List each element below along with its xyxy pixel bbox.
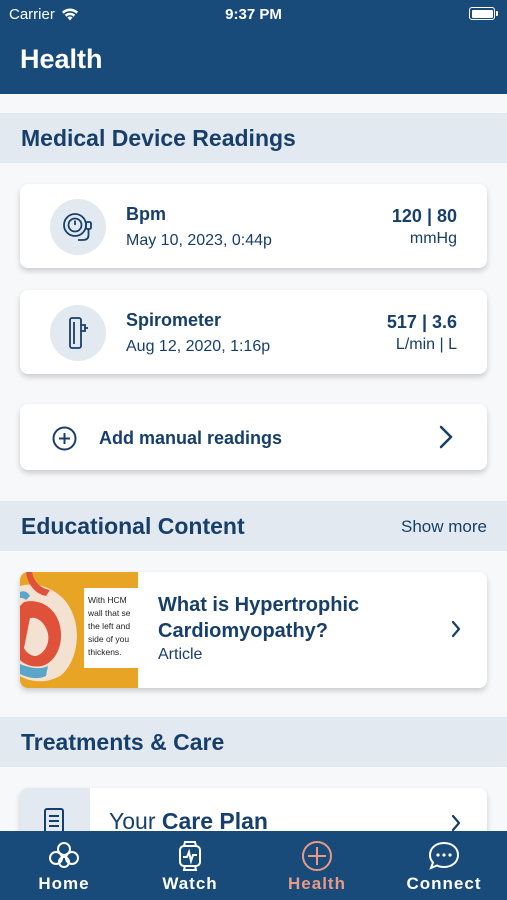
section-header-education: Educational Content Show more bbox=[0, 501, 507, 551]
bottom-tab-bar: Home Watch Health Connect bbox=[0, 831, 507, 900]
status-bar: Carrier 9:37 PM bbox=[0, 0, 507, 28]
device-value: 517 | 3.6 bbox=[386, 312, 457, 332]
section-title: Treatments & Care bbox=[21, 729, 225, 755]
watch-icon bbox=[179, 841, 201, 871]
device-card-bpm[interactable]: Bpm May 10, 2023, 0:44p 120 | 80 mmHg bbox=[20, 184, 487, 268]
chat-bubble-icon bbox=[428, 841, 460, 870]
tab-watch[interactable]: Watch bbox=[127, 831, 253, 900]
add-manual-readings-button[interactable]: Add manual readings bbox=[20, 404, 487, 470]
chevron-right-icon bbox=[439, 425, 453, 449]
section-header-treatments: Treatments & Care bbox=[0, 717, 507, 767]
tab-home[interactable]: Home bbox=[1, 831, 127, 900]
plus-circle-icon bbox=[52, 426, 77, 451]
tab-connect[interactable]: Connect bbox=[381, 831, 507, 900]
blood-pressure-icon bbox=[63, 213, 92, 241]
show-more-link[interactable]: Show more bbox=[401, 517, 487, 537]
device-date: Aug 12, 2020, 1:16p bbox=[126, 338, 271, 355]
status-time: 9:37 PM bbox=[225, 6, 282, 23]
top-bar: Carrier 9:37 PM Health bbox=[0, 0, 507, 94]
device-date: May 10, 2023, 0:44p bbox=[126, 232, 272, 249]
tab-label: Health bbox=[288, 874, 346, 893]
device-unit: L/min | L bbox=[395, 336, 457, 353]
article-type: Article bbox=[158, 646, 203, 663]
device-name: Spirometer bbox=[126, 310, 222, 330]
battery-icon bbox=[469, 7, 498, 20]
tab-label: Connect bbox=[406, 874, 482, 893]
article-thumbnail: With HCM wall that se the left and side … bbox=[20, 572, 138, 688]
tab-label: Home bbox=[38, 874, 90, 893]
home-knot-icon bbox=[49, 842, 79, 868]
device-card-spirometer[interactable]: Spirometer Aug 12, 2020, 1:16p 517 | 3.6… bbox=[20, 290, 487, 374]
device-unit: mmHg bbox=[409, 230, 457, 247]
device-name: Bpm bbox=[126, 204, 166, 224]
education-card[interactable]: With HCM wall that se the left and side … bbox=[20, 572, 487, 688]
article-title: What is Hypertrophic Cardiomyopathy? bbox=[158, 594, 360, 642]
section-title: Educational Content bbox=[21, 513, 245, 539]
page-title: Health bbox=[20, 44, 103, 74]
section-header-devices: Medical Device Readings bbox=[0, 113, 507, 163]
tab-health[interactable]: Health bbox=[254, 831, 380, 900]
spirometer-icon bbox=[69, 317, 88, 349]
tab-label: Watch bbox=[162, 874, 218, 893]
plus-circle-icon bbox=[302, 841, 332, 871]
device-value: 120 | 80 bbox=[391, 206, 457, 226]
section-title: Medical Device Readings bbox=[21, 125, 296, 151]
thumbnail-caption: With HCM wall that se the left and side … bbox=[84, 588, 138, 668]
chevron-right-icon bbox=[451, 814, 461, 832]
chevron-right-icon bbox=[451, 620, 461, 638]
add-manual-label: Add manual readings bbox=[99, 428, 283, 448]
